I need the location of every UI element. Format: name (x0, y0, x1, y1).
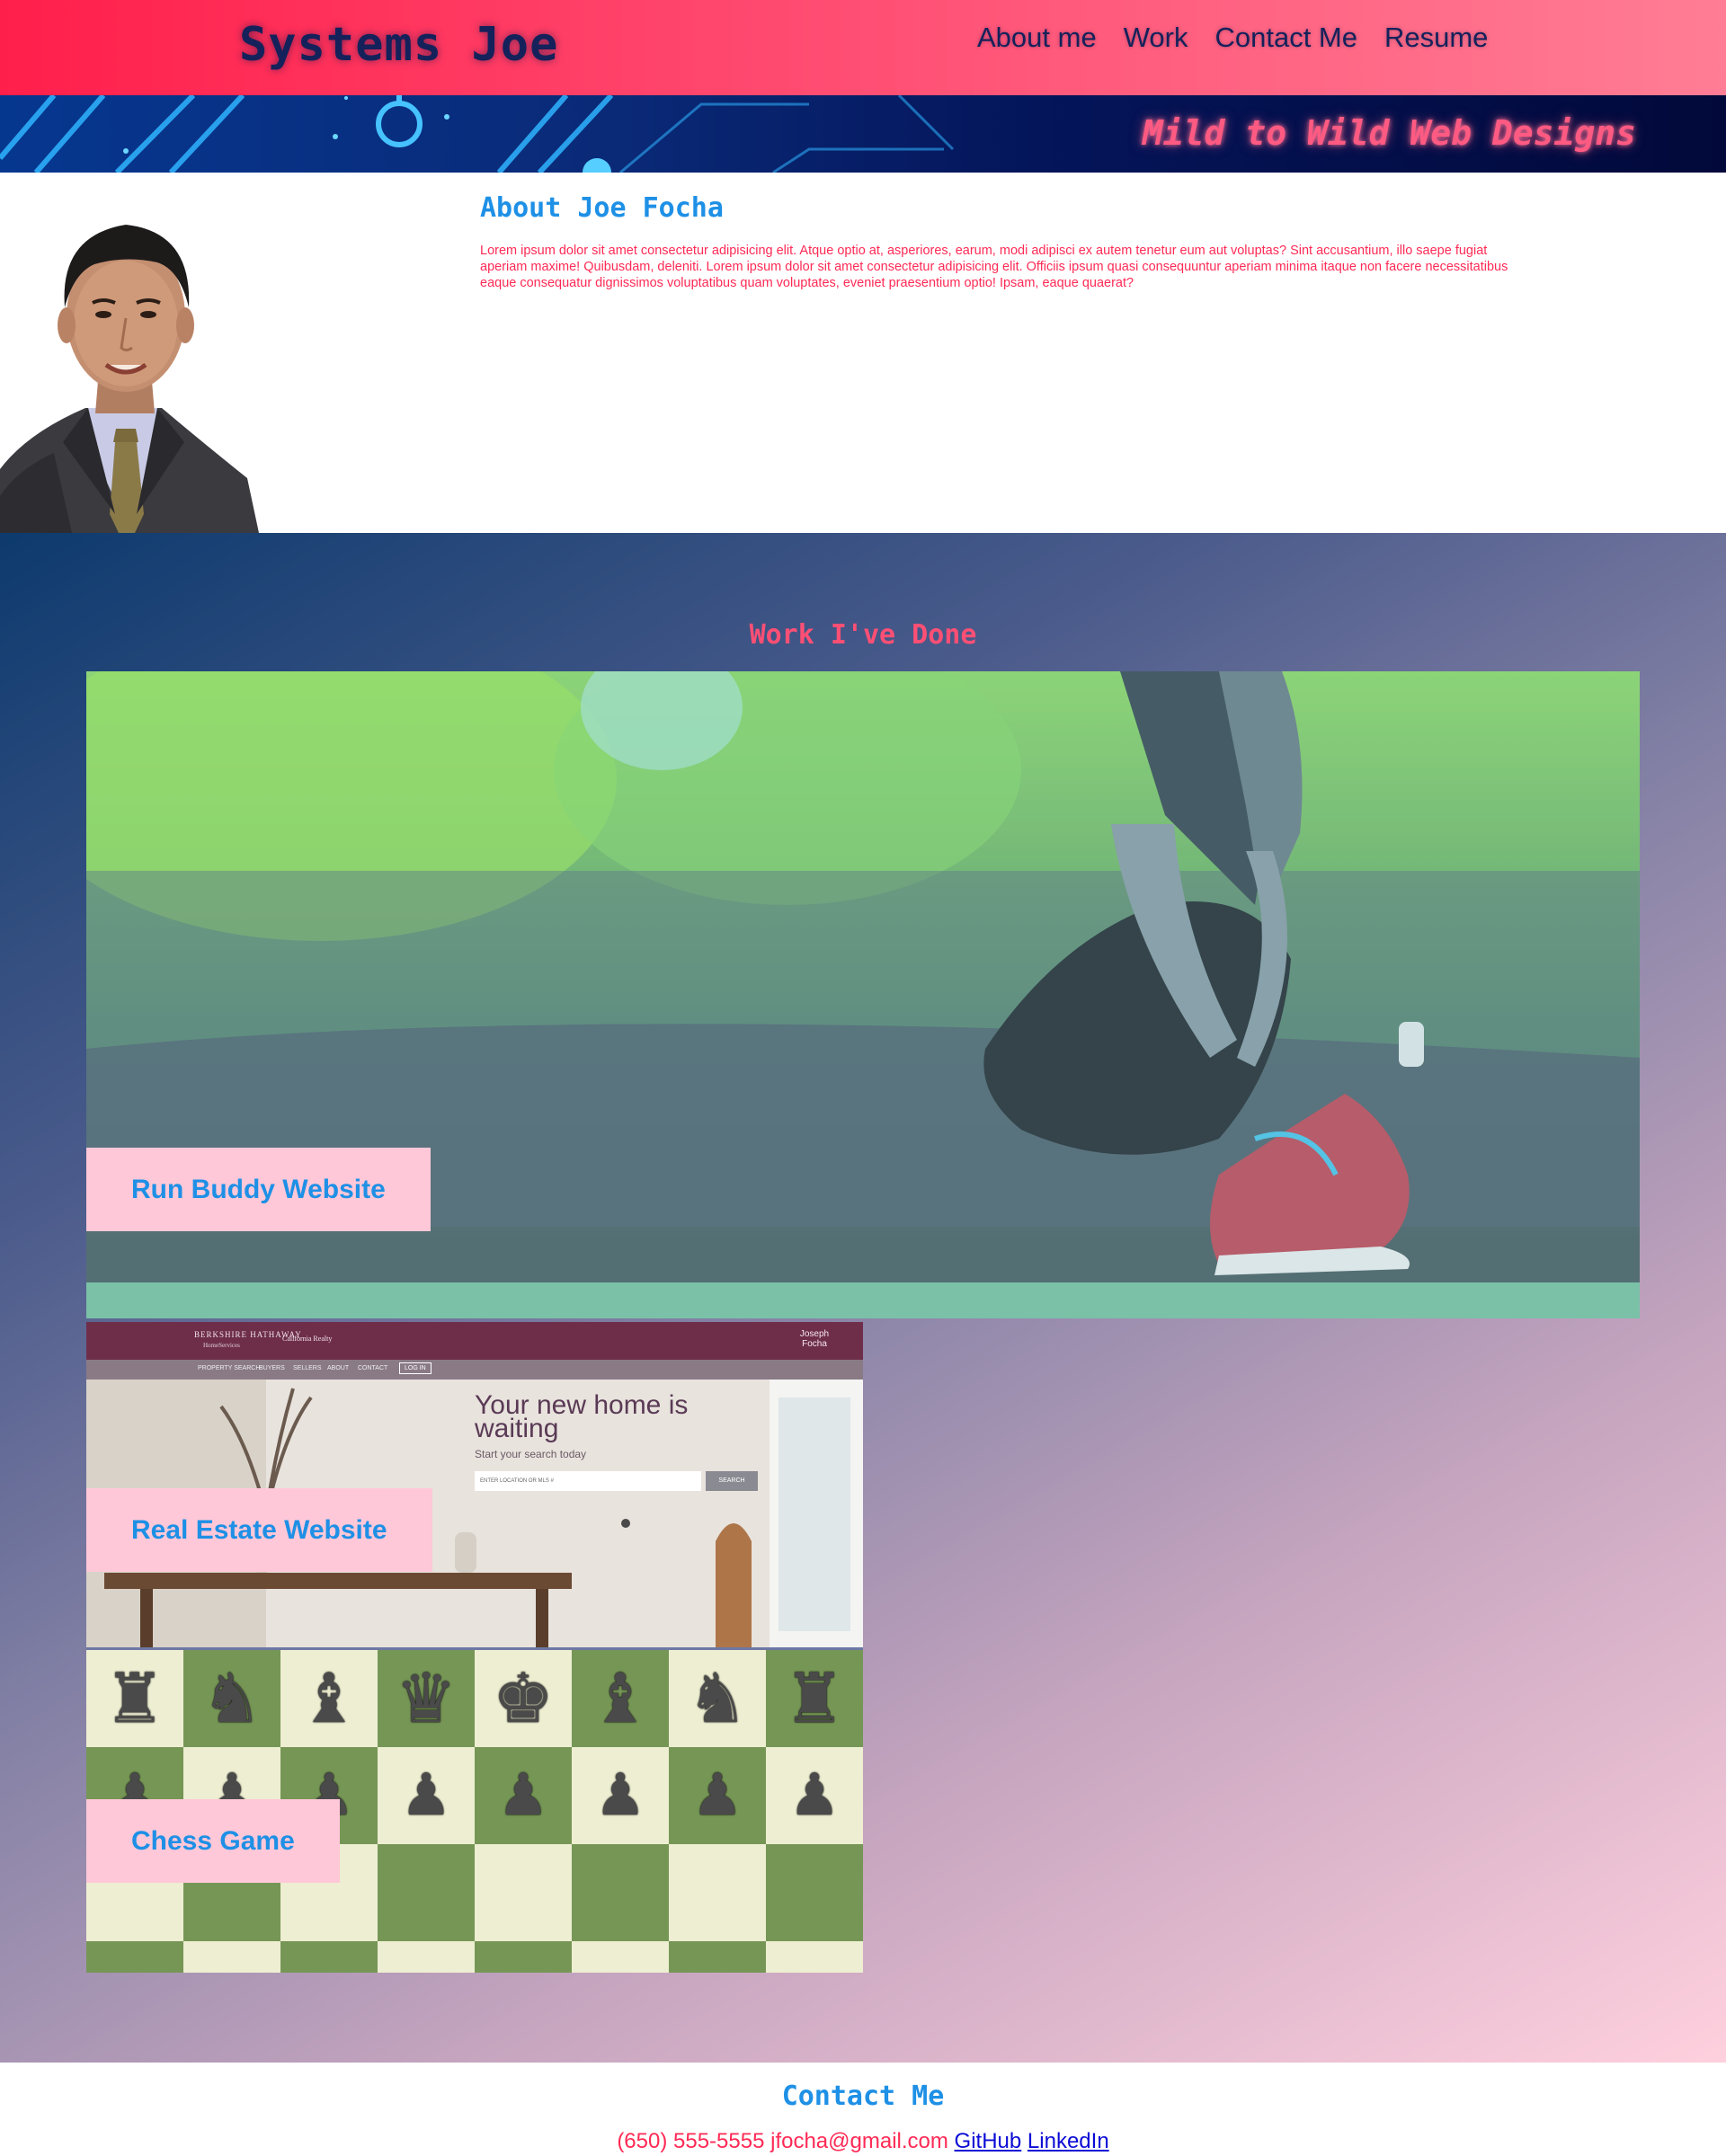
chess-square (280, 1941, 378, 1973)
chess-square: ♝ (572, 1650, 669, 1747)
chess-square: ♛ (378, 1650, 475, 1747)
tagline: Mild to Wild Web Designs (1142, 113, 1636, 153)
chess-square (669, 1941, 766, 1973)
chess-square (86, 1941, 183, 1973)
chess-piece-bishop[interactable]: ♝ (280, 1650, 378, 1747)
chess-square (766, 1941, 863, 1973)
chess-piece-pawn[interactable]: ♟ (572, 1747, 669, 1844)
chess-square (378, 1844, 475, 1941)
chess-square (183, 1941, 280, 1973)
re-topbar: BERKSHIRE HATHAWAY HomeServices Californ… (86, 1322, 863, 1360)
re-search-button[interactable]: SEARCH (706, 1471, 758, 1491)
work-title: Work I've Done (749, 619, 977, 651)
chess-square: ♜ (86, 1650, 183, 1747)
project-label[interactable]: Chess Game (86, 1799, 340, 1883)
chess-piece-queen[interactable]: ♛ (378, 1650, 475, 1747)
main-nav: About me Work Contact Me Resume (977, 22, 1488, 54)
re-nav-item[interactable]: BUYERS (259, 1365, 285, 1371)
chess-piece-king[interactable]: ♚ (475, 1650, 572, 1747)
project-label[interactable]: Run Buddy Website (86, 1148, 431, 1231)
chess-square: ♞ (183, 1650, 280, 1747)
chess-square (475, 1844, 572, 1941)
re-agency: California Realty (282, 1335, 333, 1343)
contact-line: (650) 555-5555 jfocha@gmail.com GitHub L… (0, 2129, 1726, 2154)
about-text: Lorem ipsum dolor sit amet consectetur a… (480, 244, 1508, 290)
project-card-real-estate[interactable]: BERKSHIRE HATHAWAY HomeServices Californ… (86, 1322, 863, 1647)
project-label[interactable]: Real Estate Website (86, 1488, 432, 1572)
re-nav-item[interactable]: PROPERTY SEARCH (198, 1365, 260, 1371)
contact-footer: Contact Me (650) 555-5555 jfocha@gmail.c… (0, 2063, 1726, 2156)
nav-contact[interactable]: Contact Me (1214, 22, 1357, 54)
chess-square: ♜ (766, 1650, 863, 1747)
contact-email: jfocha@gmail.com (770, 2129, 948, 2153)
site-header: Systems Joe About me Work Contact Me Res… (0, 0, 1726, 95)
chess-piece-pawn[interactable]: ♟ (669, 1747, 766, 1844)
chess-square: ♞ (669, 1650, 766, 1747)
re-subline: Start your search today (475, 1448, 587, 1460)
chess-square: ♟ (669, 1747, 766, 1844)
chess-piece-pawn[interactable]: ♟ (766, 1747, 863, 1844)
chess-square: ♟ (475, 1747, 572, 1844)
chess-square (475, 1941, 572, 1973)
chess-square: ♟ (766, 1747, 863, 1844)
re-nav-item[interactable]: SELLERS (293, 1365, 322, 1371)
project-card-run-buddy[interactable]: Run Buddy Website (86, 671, 1640, 1318)
contact-title: Contact Me (781, 2081, 945, 2112)
nav-resume[interactable]: Resume (1384, 22, 1488, 54)
re-search-input[interactable]: ENTER LOCATION OR MLS # (475, 1471, 701, 1491)
chess-piece-knight[interactable]: ♞ (669, 1650, 766, 1747)
re-nav-item[interactable]: ABOUT (327, 1365, 349, 1371)
nav-about[interactable]: About me (977, 22, 1097, 54)
chess-square: ♟ (378, 1747, 475, 1844)
chess-piece-pawn[interactable]: ♟ (475, 1747, 572, 1844)
re-login-button[interactable]: LOG IN (399, 1362, 432, 1374)
work-section: Work I've Done Run Buddy Website BERKSHI… (0, 533, 1726, 2063)
chess-piece-rook[interactable]: ♜ (766, 1650, 863, 1747)
linkedin-link[interactable]: LinkedIn (1028, 2129, 1109, 2153)
chess-square (572, 1941, 669, 1973)
brand-logo[interactable]: Systems Joe (239, 18, 558, 72)
contact-phone: (650) 555-5555 (617, 2129, 765, 2153)
nav-work[interactable]: Work (1124, 22, 1188, 54)
re-agent: Joseph Focha (799, 1329, 830, 1349)
chess-piece-rook[interactable]: ♜ (86, 1650, 183, 1747)
chess-square (572, 1844, 669, 1941)
chess-square: ♟ (572, 1747, 669, 1844)
chess-square: ♚ (475, 1650, 572, 1747)
re-logo-sub: HomeServices (203, 1342, 240, 1349)
re-nav-item[interactable]: CONTACT (358, 1365, 387, 1371)
github-link[interactable]: GitHub (955, 2129, 1022, 2153)
chess-piece-knight[interactable]: ♞ (183, 1650, 280, 1747)
chess-piece-bishop[interactable]: ♝ (572, 1650, 669, 1747)
re-navbar: PROPERTY SEARCH BUYERS SELLERS ABOUT CON… (86, 1360, 863, 1380)
chess-square: ♝ (280, 1650, 378, 1747)
re-headline: Your new home is waiting (475, 1390, 689, 1443)
chess-square (378, 1941, 475, 1973)
chess-square (669, 1844, 766, 1941)
hero-banner: Mild to Wild Web Designs (0, 95, 1726, 173)
about-section: About Joe Focha Lorem ipsum dolor sit am… (0, 173, 1726, 533)
chess-square (766, 1844, 863, 1941)
chess-piece-pawn[interactable]: ♟ (378, 1747, 475, 1844)
project-card-chess[interactable]: ♜ ♞ ♝ ♛ ♚ ♝ ♞ ♜ ♟ ♟ ♟ ♟ ♟ ♟ ♟ ♟ Chess Game (86, 1647, 863, 1973)
about-title: About Joe Focha (480, 192, 724, 224)
profile-photo (0, 173, 259, 533)
